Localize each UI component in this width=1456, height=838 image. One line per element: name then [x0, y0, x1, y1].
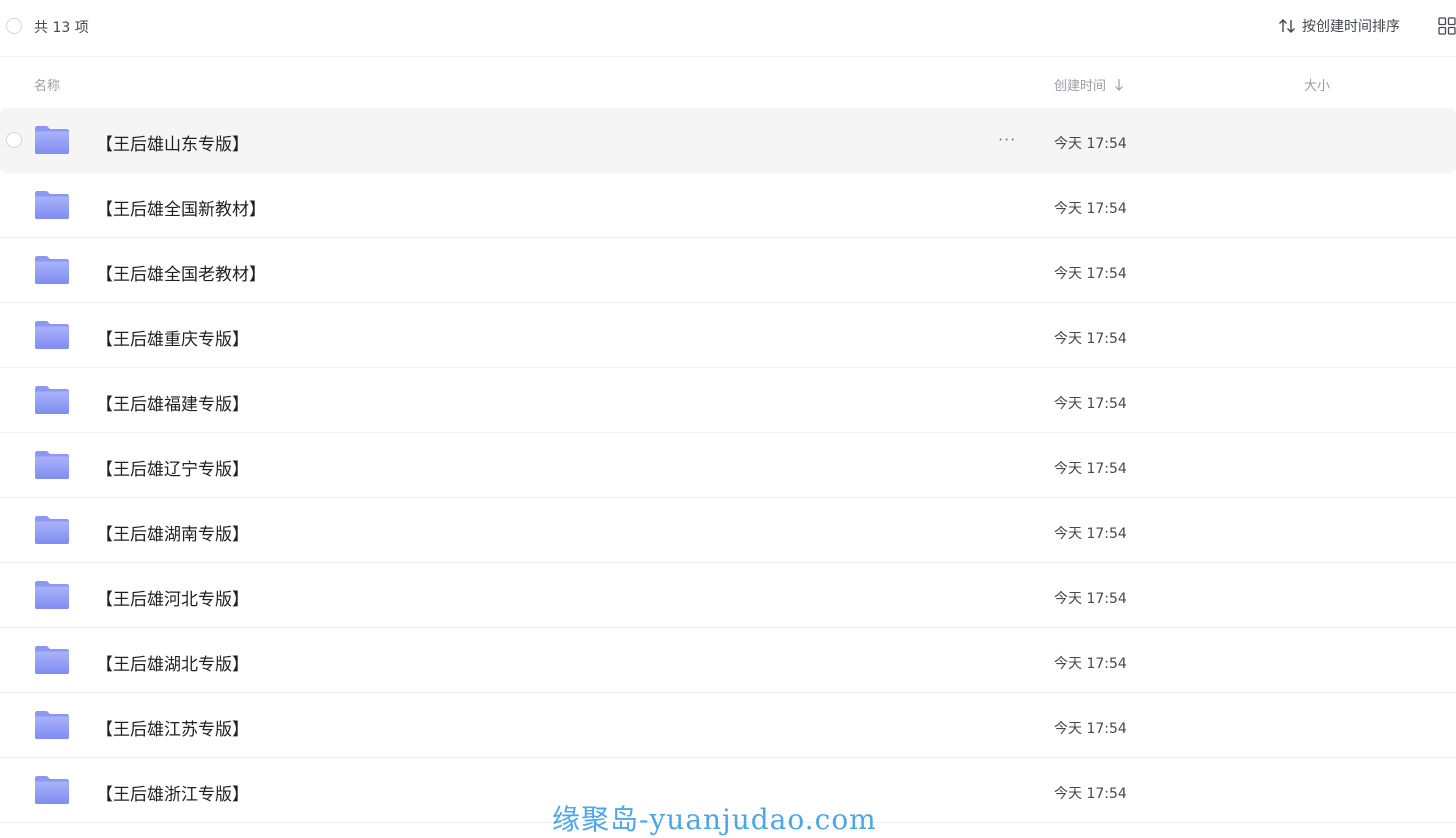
file-name[interactable]: 【王后雄江苏专版】 — [96, 715, 249, 740]
more-actions-button[interactable]: ··· — [998, 130, 1016, 149]
folder-icon — [35, 581, 69, 609]
folder-icon — [35, 646, 69, 674]
created-time: 今天 17:54 — [1054, 396, 1127, 412]
folder-icon — [35, 776, 69, 804]
select-all-checkbox[interactable] — [6, 18, 22, 34]
folder-icon — [35, 451, 69, 479]
grid-view-icon[interactable] — [1438, 17, 1456, 35]
file-name[interactable]: 【王后雄重庆专版】 — [96, 325, 249, 350]
watermark: 缘聚岛-yuanjudao.com — [552, 803, 877, 836]
folder-icon — [35, 711, 69, 739]
file-name[interactable]: 【王后雄河北专版】 — [96, 585, 249, 610]
item-count: 共 13 项 — [34, 20, 89, 36]
column-name[interactable]: 名称 — [34, 75, 60, 94]
folder-icon — [35, 386, 69, 414]
created-time: 今天 17:54 — [1054, 266, 1127, 282]
file-row[interactable]: 【王后雄全国新教材】 ··· 今天 17:54 — [0, 173, 1456, 238]
file-name[interactable]: 【王后雄湖北专版】 — [96, 650, 249, 675]
arrow-down-icon — [1115, 79, 1123, 91]
created-time: 今天 17:54 — [1054, 201, 1127, 217]
folder-icon — [35, 516, 69, 544]
file-row[interactable]: 【王后雄湖南专版】 ··· 今天 17:54 — [0, 498, 1456, 563]
file-row[interactable]: 【王后雄全国老教材】 ··· 今天 17:54 — [0, 238, 1456, 303]
file-list: 【王后雄山东专版】 ··· 今天 17:54 【王后雄全国新教材】 ··· 今天… — [0, 108, 1456, 823]
folder-icon — [35, 256, 69, 284]
sort-button[interactable]: 按创建时间排序 — [1278, 16, 1400, 36]
created-time: 今天 17:54 — [1054, 591, 1127, 607]
created-time: 今天 17:54 — [1054, 721, 1127, 737]
file-name[interactable]: 【王后雄全国新教材】 — [96, 195, 266, 220]
file-row[interactable]: 【王后雄河北专版】 ··· 今天 17:54 — [0, 563, 1456, 628]
sort-label: 按创建时间排序 — [1302, 19, 1400, 35]
column-header: 名称 创建时间 大小 — [0, 57, 1456, 107]
list-toolbar: 共 13 项 按创建时间排序 — [0, 0, 1456, 57]
row-checkbox[interactable] — [6, 132, 22, 148]
file-row[interactable]: 【王后雄江苏专版】 ··· 今天 17:54 — [0, 693, 1456, 758]
sort-icon — [1279, 19, 1295, 33]
file-name[interactable]: 【王后雄湖南专版】 — [96, 520, 249, 545]
file-name[interactable]: 【王后雄辽宁专版】 — [96, 455, 249, 480]
created-time: 今天 17:54 — [1054, 526, 1127, 542]
file-name[interactable]: 【王后雄福建专版】 — [96, 390, 249, 415]
column-created-time-label: 创建时间 — [1054, 79, 1107, 94]
created-time: 今天 17:54 — [1054, 786, 1127, 802]
file-name[interactable]: 【王后雄浙江专版】 — [96, 780, 249, 805]
folder-icon — [35, 126, 69, 154]
created-time: 今天 17:54 — [1054, 656, 1127, 672]
file-row[interactable]: 【王后雄山东专版】 ··· 今天 17:54 — [0, 108, 1456, 173]
folder-icon — [35, 191, 69, 219]
created-time: 今天 17:54 — [1054, 461, 1127, 477]
file-name[interactable]: 【王后雄全国老教材】 — [96, 260, 266, 285]
file-row[interactable]: 【王后雄福建专版】 ··· 今天 17:54 — [0, 368, 1456, 433]
file-row[interactable]: 【王后雄湖北专版】 ··· 今天 17:54 — [0, 628, 1456, 693]
created-time: 今天 17:54 — [1054, 136, 1127, 152]
column-created-time[interactable]: 创建时间 — [1054, 75, 1124, 94]
file-row[interactable]: 【王后雄重庆专版】 ··· 今天 17:54 — [0, 303, 1456, 368]
file-row[interactable]: 【王后雄辽宁专版】 ··· 今天 17:54 — [0, 433, 1456, 498]
folder-icon — [35, 321, 69, 349]
created-time: 今天 17:54 — [1054, 331, 1127, 347]
column-size[interactable]: 大小 — [1304, 75, 1330, 94]
file-name[interactable]: 【王后雄山东专版】 — [96, 130, 249, 155]
